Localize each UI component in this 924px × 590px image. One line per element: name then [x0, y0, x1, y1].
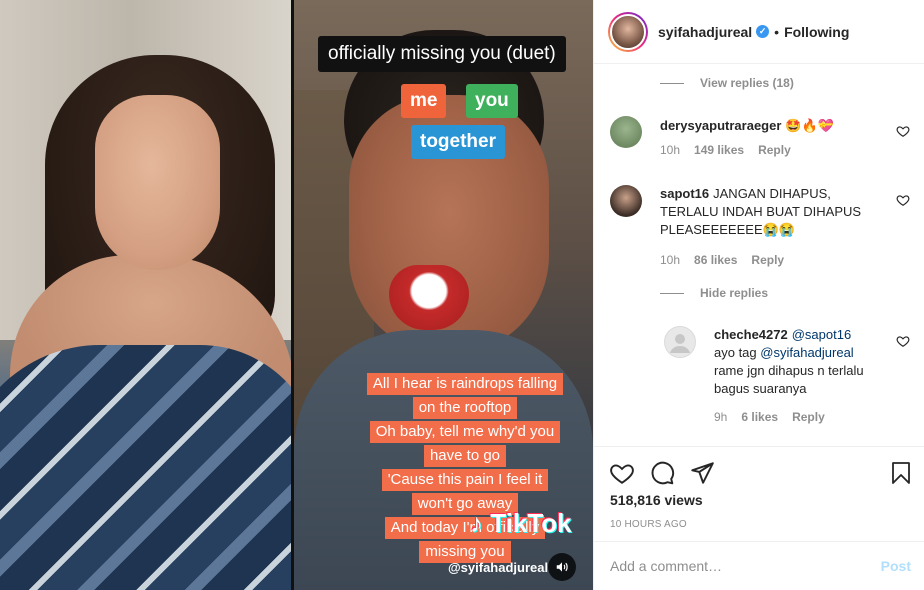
hide-replies-label: Hide replies	[700, 286, 769, 300]
comment-username[interactable]: derysyaputraraeger	[660, 118, 781, 133]
hide-replies-button[interactable]: Hide replies	[660, 286, 768, 300]
view-count[interactable]: 518,816 views	[610, 492, 703, 508]
word-tag-you: you	[466, 84, 518, 118]
tiktok-watermark-user: @syifahadjureal	[448, 560, 549, 575]
audio-toggle-button[interactable]	[548, 553, 576, 581]
post-actions: 518,816 views 10 HOURS AGO	[594, 446, 924, 530]
comment-item: derysyaputraraeger 🤩🔥💝 10h 149 likes Reply	[610, 116, 910, 157]
duet-left-video	[0, 0, 291, 590]
post-side-panel: syifahadjureal ✓ • Following View replie…	[593, 0, 924, 590]
comment-reply-button[interactable]: Reply	[758, 143, 791, 157]
reply-mention-link[interactable]: @syifahadjureal	[760, 345, 853, 360]
reply-text: cheche4272 @sapot16 ayo tag @syifahadjure…	[714, 326, 874, 398]
lyric-line: 'Cause this pain I feel it	[381, 469, 549, 491]
video-title-caption: officially missing you (duet)	[318, 36, 566, 72]
add-comment-bar: Post	[594, 541, 924, 590]
post-header: syifahadjureal ✓ • Following	[594, 0, 924, 64]
lyric-line: Oh baby, tell me why'd you	[369, 421, 561, 443]
commenter-avatar[interactable]	[610, 185, 642, 217]
comment-text: sapot16 JANGAN DIHAPUS, TERLALU INDAH BUA…	[660, 185, 875, 239]
header-separator: •	[774, 23, 780, 40]
tiktok-watermark: ♪ TikTok	[470, 508, 572, 539]
post-comment-button[interactable]: Post	[881, 558, 911, 574]
reply-content-suffix: rame jgn dihapus n terlalu bagus suarany…	[714, 363, 864, 396]
lyric-line: have to go	[423, 445, 507, 467]
word-tag-me: me	[401, 84, 447, 118]
commenter-avatar[interactable]	[664, 326, 696, 358]
like-comment-heart-icon[interactable]	[896, 334, 910, 348]
following-button[interactable]: Following	[784, 24, 849, 40]
comment-text: derysyaputraraeger 🤩🔥💝	[660, 116, 875, 135]
like-comment-heart-icon[interactable]	[896, 124, 910, 138]
commenter-avatar[interactable]	[610, 116, 642, 148]
lyric-line: on the rooftop	[412, 397, 518, 419]
save-bookmark-icon[interactable]	[889, 460, 913, 486]
reply-mention-link[interactable]: @sapot16	[792, 327, 851, 342]
reply-meta: 9h 6 likes Reply	[714, 410, 910, 424]
verified-badge-icon: ✓	[756, 25, 770, 38]
post-timestamp[interactable]: 10 HOURS AGO	[610, 519, 687, 530]
like-heart-icon[interactable]	[609, 460, 635, 486]
author-avatar[interactable]	[608, 11, 648, 52]
default-user-icon	[670, 334, 690, 353]
comment-input[interactable]	[610, 558, 860, 574]
like-comment-heart-icon[interactable]	[896, 193, 910, 207]
comment-likes[interactable]: 86 likes	[694, 253, 737, 267]
comment-username[interactable]: sapot16	[660, 186, 709, 201]
share-paper-plane-icon[interactable]	[689, 460, 715, 486]
tiktok-note-icon: ♪	[470, 508, 483, 538]
comment-reply-button[interactable]: Reply	[751, 253, 784, 267]
view-replies-button[interactable]: View replies (18)	[660, 76, 794, 90]
comment-meta: 10h 149 likes Reply	[660, 143, 910, 157]
comment-bubble-icon[interactable]	[649, 460, 675, 486]
author-username[interactable]: syifahadjureal	[658, 24, 752, 40]
speaker-icon	[556, 562, 568, 572]
word-tag-together: together	[411, 125, 505, 159]
comments-list[interactable]: View replies (18) derysyaputraraeger 🤩🔥💝 …	[594, 64, 924, 446]
comment-meta: 10h 86 likes Reply	[660, 253, 910, 267]
comment-time: 10h	[660, 143, 681, 157]
reply-time: 9h	[714, 410, 728, 424]
comment-time: 10h	[660, 253, 681, 267]
post-media[interactable]: officially missing you (duet) me you tog…	[0, 0, 593, 590]
reply-likes[interactable]: 6 likes	[741, 410, 778, 424]
comment-item: sapot16 JANGAN DIHAPUS, TERLALU INDAH BUA…	[610, 185, 910, 267]
view-replies-label: View replies (18)	[700, 76, 794, 90]
comment-likes[interactable]: 149 likes	[694, 143, 744, 157]
lyric-line: All I hear is raindrops falling	[366, 373, 564, 395]
reply-content-prefix: ayo tag	[714, 345, 757, 360]
reply-item: cheche4272 @sapot16 ayo tag @syifahadjure…	[664, 326, 910, 424]
reply-username[interactable]: cheche4272	[714, 327, 788, 342]
reply-reply-button[interactable]: Reply	[792, 410, 825, 424]
tiktok-watermark-text: TikTok	[490, 508, 572, 538]
comment-content: 🤩🔥💝	[785, 118, 834, 133]
